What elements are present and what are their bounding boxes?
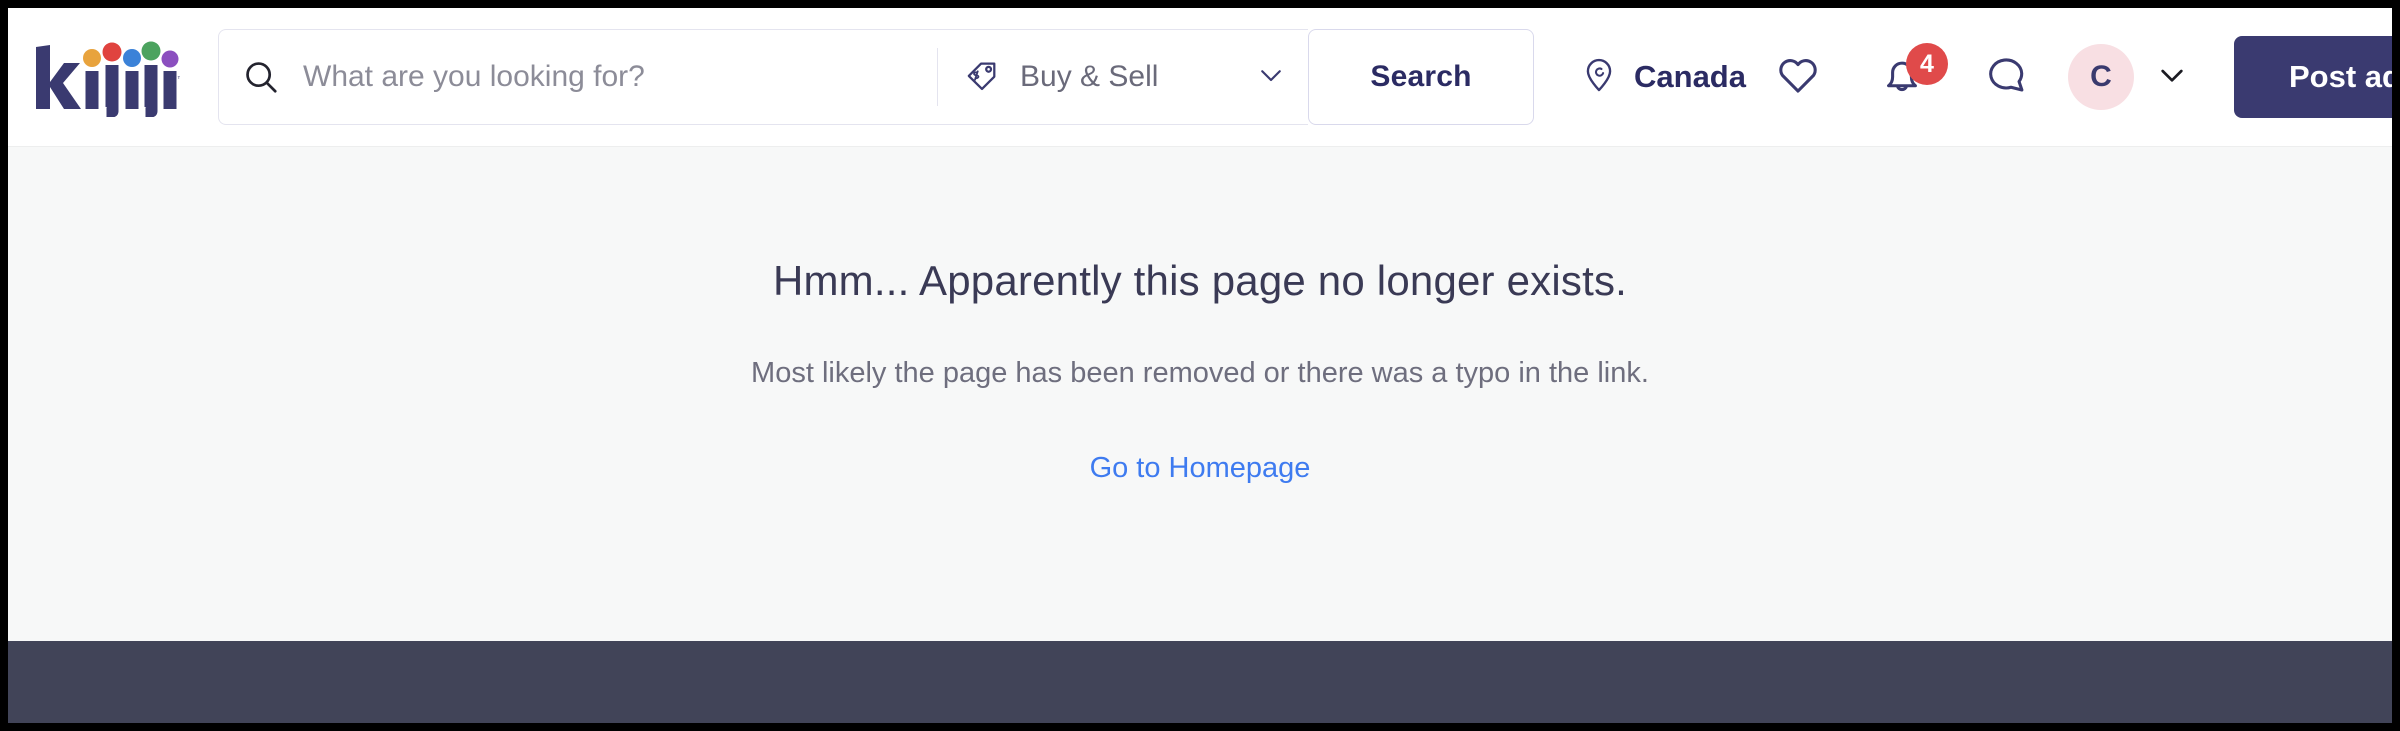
header-icon-group: 4 C Post ad bbox=[1746, 29, 2392, 125]
category-label: Buy & Sell bbox=[1020, 60, 1159, 93]
avatar: C bbox=[2067, 44, 2134, 110]
heart-icon bbox=[1775, 52, 1821, 103]
post-ad-button[interactable]: Post ad bbox=[2233, 36, 2392, 118]
notifications-button[interactable]: 4 bbox=[1850, 29, 1954, 125]
location-pin-icon bbox=[1580, 56, 1618, 99]
error-page-content: Hmm... Apparently this page no longer ex… bbox=[8, 146, 2392, 641]
svg-text:™: ™ bbox=[177, 76, 180, 83]
search-input[interactable] bbox=[303, 30, 937, 124]
search-cluster: Buy & Sell Search bbox=[218, 29, 1534, 125]
page-subtitle: Most likely the page has been removed or… bbox=[751, 357, 1649, 389]
messages-button[interactable] bbox=[1954, 29, 2058, 125]
notification-badge: 4 bbox=[1905, 43, 1948, 85]
search-button[interactable]: Search bbox=[1308, 29, 1534, 125]
site-header: ™ bbox=[8, 8, 2392, 146]
chevron-down-icon bbox=[1256, 60, 1286, 95]
account-menu[interactable]: C bbox=[2067, 44, 2188, 110]
chat-bubble-icon bbox=[1983, 52, 2029, 103]
favourites-button[interactable] bbox=[1746, 29, 1850, 125]
price-tag-icon bbox=[964, 57, 1000, 98]
go-to-homepage-link[interactable]: Go to Homepage bbox=[1090, 452, 1311, 485]
browser-viewport: ™ bbox=[8, 8, 2392, 723]
kijiji-logo-svg: ™ bbox=[36, 41, 184, 118]
location-selector[interactable]: Canada bbox=[1580, 56, 1746, 99]
site-footer bbox=[8, 641, 2392, 723]
category-select[interactable]: Buy & Sell bbox=[938, 30, 1308, 124]
search-box: Buy & Sell bbox=[218, 29, 1308, 125]
kijiji-logo[interactable]: ™ bbox=[30, 37, 184, 118]
chevron-down-icon bbox=[2156, 59, 2188, 96]
location-label: Canada bbox=[1634, 59, 1746, 94]
search-icon bbox=[219, 58, 303, 96]
page-title: Hmm... Apparently this page no longer ex… bbox=[772, 257, 1628, 304]
